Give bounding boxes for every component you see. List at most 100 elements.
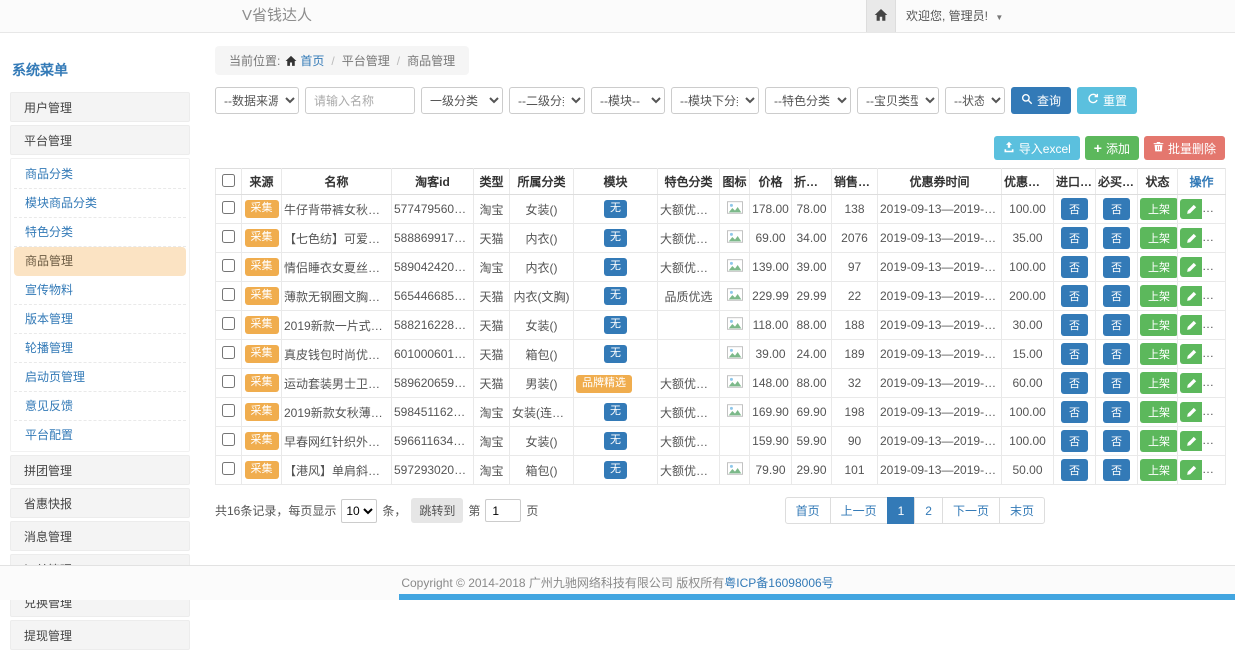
status-button[interactable]: 上架 [1140, 256, 1178, 278]
must-buy-toggle[interactable]: 否 [1103, 198, 1130, 220]
batch-delete-button[interactable]: 批量删除 [1144, 136, 1225, 160]
sidebar-group-item[interactable]: 用户管理 [10, 92, 190, 122]
row-checkbox[interactable] [222, 259, 235, 272]
edit-button[interactable] [1180, 373, 1202, 393]
sidebar-sub-item[interactable]: 平台配置 [14, 421, 186, 450]
user-menu[interactable]: 欢迎您, 管理员! ▼ [906, 0, 1003, 34]
home-button[interactable] [866, 0, 896, 32]
edit-button[interactable] [1180, 228, 1202, 248]
must-buy-toggle[interactable]: 否 [1103, 256, 1130, 278]
must-buy-toggle[interactable]: 否 [1103, 372, 1130, 394]
page-button-active[interactable]: 1 [887, 497, 916, 524]
sidebar-item-active[interactable]: 商品管理 [14, 247, 186, 276]
horizontal-scrollbar-thumb[interactable] [399, 594, 1235, 600]
import-excel-button[interactable]: 导入excel [994, 136, 1080, 160]
module-badge: 无 [604, 316, 627, 333]
edit-button[interactable] [1180, 460, 1202, 480]
sidebar-sub-item[interactable]: 启动页管理 [14, 363, 186, 392]
add-button[interactable]: + 添加 [1085, 136, 1139, 160]
import-select-toggle[interactable]: 否 [1061, 459, 1088, 481]
cell-source: 采集 [242, 369, 282, 398]
search-button[interactable]: 查询 [1011, 87, 1071, 114]
must-buy-toggle[interactable]: 否 [1103, 459, 1130, 481]
import-select-toggle[interactable]: 否 [1061, 401, 1088, 423]
edit-button[interactable] [1180, 286, 1202, 306]
row-checkbox[interactable] [222, 404, 235, 417]
import-select-toggle[interactable]: 否 [1061, 430, 1088, 452]
sidebar-group-item[interactable]: 拼团管理 [10, 455, 190, 485]
must-buy-toggle[interactable]: 否 [1103, 343, 1130, 365]
must-buy-toggle[interactable]: 否 [1103, 430, 1130, 452]
module-select[interactable]: --模块-- [591, 87, 665, 114]
data-source-select[interactable]: --数据来源-- [215, 87, 299, 114]
status-button[interactable]: 上架 [1140, 198, 1178, 220]
category2-select[interactable]: --二级分类-- [509, 87, 585, 114]
per-page-select[interactable]: 10 [341, 499, 377, 523]
page-button[interactable]: 2 [914, 497, 943, 524]
breadcrumb-home-link[interactable]: 首页 [300, 54, 324, 68]
cell-source: 采集 [242, 398, 282, 427]
must-buy-toggle[interactable]: 否 [1103, 314, 1130, 336]
sidebar-sub-item[interactable]: 模块商品分类 [14, 189, 186, 218]
row-checkbox[interactable] [222, 288, 235, 301]
sidebar-group-item[interactable]: 省惠快报 [10, 488, 190, 518]
status-select[interactable]: --状态-- [945, 87, 1005, 114]
sidebar-sub-item[interactable]: 特色分类 [14, 218, 186, 247]
page-button[interactable]: 首页 [785, 497, 831, 524]
page-number-input[interactable] [485, 499, 521, 522]
page-button[interactable]: 下一页 [942, 497, 1000, 524]
page-button[interactable]: 末页 [999, 497, 1045, 524]
jump-button[interactable]: 跳转到 [411, 498, 463, 523]
row-checkbox[interactable] [222, 230, 235, 243]
status-button[interactable]: 上架 [1140, 285, 1178, 307]
row-checkbox[interactable] [222, 462, 235, 475]
sidebar-sub-item[interactable]: 商品分类 [14, 160, 186, 189]
import-select-toggle[interactable]: 否 [1061, 314, 1088, 336]
sidebar-group-item[interactable]: 消息管理 [10, 521, 190, 551]
page-button[interactable]: 上一页 [830, 497, 888, 524]
status-button[interactable]: 上架 [1140, 459, 1178, 481]
edit-button[interactable] [1180, 315, 1202, 335]
sidebar-sub-item[interactable]: 意见反馈 [14, 392, 186, 421]
status-button[interactable]: 上架 [1140, 314, 1178, 336]
edit-button[interactable] [1180, 199, 1202, 219]
sidebar-sub-item[interactable]: 版本管理 [14, 305, 186, 334]
sidebar-sub-item[interactable]: 宣传物料 [14, 276, 186, 305]
feature-category-select[interactable]: --特色分类-- [765, 87, 851, 114]
category1-select[interactable]: 一级分类 [421, 87, 503, 114]
row-checkbox[interactable] [222, 201, 235, 214]
icp-link[interactable]: 粤ICP备16098006号 [724, 576, 833, 590]
status-button[interactable]: 上架 [1140, 343, 1178, 365]
item-type-select[interactable]: --宝贝类型-- [857, 87, 939, 114]
row-checkbox[interactable] [222, 375, 235, 388]
reset-button[interactable]: 重置 [1077, 87, 1137, 114]
module-subcategory-select[interactable]: --模块下分类-- [671, 87, 759, 114]
must-buy-toggle[interactable]: 否 [1103, 227, 1130, 249]
import-select-toggle[interactable]: 否 [1061, 256, 1088, 278]
column-header: 销售数量 [832, 169, 878, 195]
import-select-toggle[interactable]: 否 [1061, 372, 1088, 394]
row-checkbox[interactable] [222, 346, 235, 359]
status-button[interactable]: 上架 [1140, 227, 1178, 249]
name-search-input[interactable] [305, 87, 415, 114]
edit-button[interactable] [1180, 431, 1202, 451]
sidebar-group-item[interactable]: 平台管理 [10, 125, 190, 155]
row-checkbox[interactable] [222, 433, 235, 446]
cell-feature-category: 大额优惠券 [658, 224, 720, 253]
sidebar-group-item[interactable]: 提现管理 [10, 620, 190, 650]
status-button[interactable]: 上架 [1140, 430, 1178, 452]
import-select-toggle[interactable]: 否 [1061, 343, 1088, 365]
must-buy-toggle[interactable]: 否 [1103, 285, 1130, 307]
import-select-toggle[interactable]: 否 [1061, 198, 1088, 220]
import-select-toggle[interactable]: 否 [1061, 227, 1088, 249]
import-select-toggle[interactable]: 否 [1061, 285, 1088, 307]
status-button[interactable]: 上架 [1140, 401, 1178, 423]
row-checkbox[interactable] [222, 317, 235, 330]
select-all-checkbox[interactable] [222, 174, 235, 187]
must-buy-toggle[interactable]: 否 [1103, 401, 1130, 423]
edit-button[interactable] [1180, 344, 1202, 364]
status-button[interactable]: 上架 [1140, 372, 1178, 394]
edit-button[interactable] [1180, 402, 1202, 422]
sidebar-sub-item[interactable]: 轮播管理 [14, 334, 186, 363]
edit-button[interactable] [1180, 257, 1202, 277]
